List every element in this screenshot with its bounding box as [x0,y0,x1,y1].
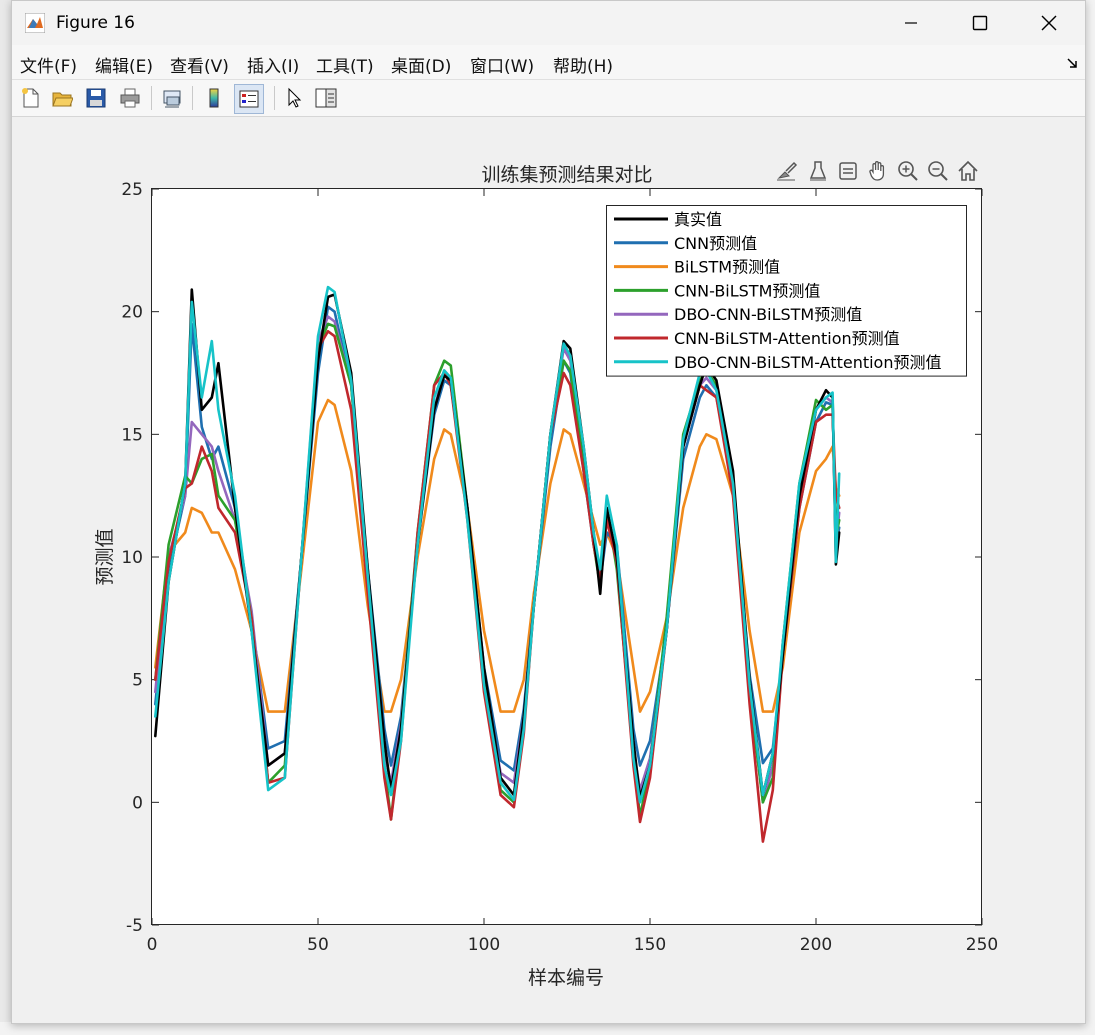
legend-label: CNN-BiLSTM预测值 [674,281,820,300]
menu-window[interactable]: 窗口(W) [470,52,534,77]
insert-colorbar-icon [209,88,219,108]
legend-label: DBO-CNN-BiLSTM预测值 [674,305,862,324]
new-figure-icon [22,88,39,108]
menu-desktop[interactable]: 桌面(D) [391,52,451,77]
figure-toolbar [12,80,1085,117]
legend-label: CNN预测值 [674,234,757,253]
y-tick-label: 10 [121,548,143,568]
save-icon [86,88,106,108]
menu-insert[interactable]: 插入(I) [247,52,299,77]
minimize-button[interactable] [876,1,946,45]
dock-arrow-icon[interactable] [1066,57,1078,69]
open-file-icon [52,92,73,107]
x-tick-label: 250 [966,935,998,955]
y-tick-label: -5 [126,916,143,936]
legend-label: 真实值 [674,210,722,229]
edit-plot-button[interactable] [280,84,308,112]
menu-help[interactable]: 帮助(H) [553,52,613,77]
link-plot-button[interactable] [158,84,186,112]
print-button[interactable] [116,84,144,112]
y-tick-label: 20 [121,303,143,323]
menu-file[interactable]: 文件(F) [20,52,77,77]
figure-window: Figure 16 文件(F) 编辑(E) 查看(V) 插入(I) 工具(T) … [11,0,1086,1024]
menu-bar: 文件(F) 编辑(E) 查看(V) 插入(I) 工具(T) 桌面(D) 窗口(W… [12,45,1085,80]
menu-tools[interactable]: 工具(T) [316,52,374,77]
new-figure-button[interactable] [16,84,44,112]
minimize-icon [905,22,917,24]
open-file-button[interactable] [48,84,76,112]
maximize-icon [972,15,988,31]
window-title: Figure 16 [56,13,135,33]
print-icon [120,88,140,108]
chart-svg: 0 50 100 150 200 250-50510152025 真实值CNN预测值BiL… [94,180,998,989]
edit-plot-arrow-icon [288,87,302,108]
close-icon [1041,15,1057,31]
y-tick-label: 25 [121,180,143,200]
maximize-button[interactable] [945,1,1015,45]
toolbar-separator [192,86,193,110]
insert-legend-icon [239,90,259,108]
x-tick-label: 50 [307,935,329,955]
x-tick-label: 100 [468,935,500,955]
y-tick-label: 5 [132,671,143,691]
insert-legend-button[interactable] [234,84,264,114]
title-bar: Figure 16 [12,1,1085,45]
insert-colorbar-button[interactable] [200,84,228,112]
x-tick-label: 0 [147,935,158,955]
menu-edit[interactable]: 编辑(E) [95,52,153,77]
property-inspector-button[interactable] [312,84,340,112]
y-tick-label: 15 [121,425,143,445]
link-plot-icon [163,90,181,108]
save-button[interactable] [82,84,110,112]
property-inspector-icon [315,88,337,108]
legend: 真实值 CNN预测值 BiLSTM预测值 CNN-BiLSTM预测值 DBO-CNN-B… [606,205,967,377]
x-tick-label: 150 [634,935,666,955]
close-button[interactable] [1014,1,1084,45]
legend-label: DBO-CNN-BiLSTM-Attention预测值 [674,353,941,372]
menu-view[interactable]: 查看(V) [170,52,229,77]
y-axis-label: 预测值 [94,528,116,585]
matlab-app-icon [25,13,45,33]
legend-label: BiLSTM预测值 [674,258,780,277]
x-axis-label: 样本编号 [528,967,604,989]
legend-label: CNN-BiLSTM-Attention预测值 [674,329,900,348]
y-tick-label: 0 [132,793,143,813]
figure-canvas: 训练集预测结果对比 0 50 100 150 200 250 -5 0 5 10 15 20 25 真实… [12,117,1085,1023]
toolbar-separator [274,86,275,110]
toolbar-separator [151,86,152,110]
x-tick-label: 200 [800,935,832,955]
